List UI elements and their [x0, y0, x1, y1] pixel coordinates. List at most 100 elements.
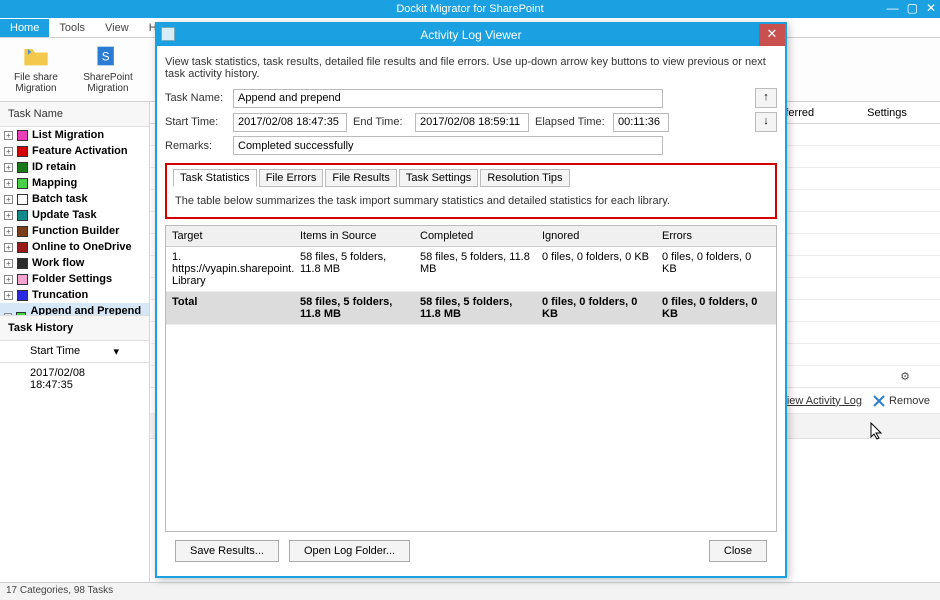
expand-icon[interactable]: +: [4, 243, 13, 252]
next-task-button[interactable]: ↓: [755, 112, 777, 132]
tab-file-results[interactable]: File Results: [325, 169, 396, 187]
tree-item-label: Folder Settings: [32, 273, 112, 285]
tree-item[interactable]: + Truncation: [0, 287, 149, 303]
tree-item-label: Work flow: [32, 257, 84, 269]
tab-task-settings[interactable]: Task Settings: [399, 169, 478, 187]
close-icon[interactable]: ✕: [926, 1, 936, 15]
tree-item[interactable]: + Online to OneDrive: [0, 239, 149, 255]
prev-task-button[interactable]: ↑: [755, 88, 777, 108]
tree-item[interactable]: + Mapping: [0, 175, 149, 191]
color-swatch-icon: [17, 146, 28, 157]
color-swatch-icon: [17, 194, 28, 205]
tab-home[interactable]: Home: [0, 19, 49, 37]
col-items-source[interactable]: Items in Source: [294, 226, 414, 246]
tree-item-label: Append and Prepend (...: [30, 305, 145, 315]
color-swatch-icon: [17, 242, 28, 253]
tab-resolution-tips[interactable]: Resolution Tips: [480, 169, 569, 187]
tree-item-label: Function Builder: [32, 225, 119, 237]
maximize-icon[interactable]: ▢: [907, 1, 918, 15]
tree-item[interactable]: -Append and Prepend (...: [0, 303, 149, 315]
color-swatch-icon: [17, 290, 28, 301]
col-completed[interactable]: Completed: [414, 226, 536, 246]
tab-view[interactable]: View: [95, 19, 139, 37]
dropdown-icon[interactable]: ▾: [113, 345, 119, 358]
elapsed-time-field[interactable]: [613, 113, 669, 132]
remarks-field[interactable]: [233, 136, 663, 155]
expand-icon[interactable]: +: [4, 275, 13, 284]
col-target[interactable]: Target: [166, 226, 294, 246]
expand-icon[interactable]: +: [4, 227, 13, 236]
tree-item-label: List Migration: [32, 129, 104, 141]
tab-file-errors[interactable]: File Errors: [259, 169, 324, 187]
tab-description: The table below summarizes the task impo…: [173, 187, 769, 207]
tab-task-statistics[interactable]: Task Statistics: [173, 169, 257, 187]
expand-icon[interactable]: +: [4, 259, 13, 268]
end-time-field[interactable]: [415, 113, 529, 132]
tree-item[interactable]: + Function Builder: [0, 223, 149, 239]
tree-item[interactable]: + Update Task: [0, 207, 149, 223]
tree-item[interactable]: + List Migration: [0, 127, 149, 143]
elapsed-time-label: Elapsed Time:: [535, 116, 607, 128]
table-row[interactable]: 1. https://vyapin.sharepoint.com/s Libra…: [166, 247, 776, 292]
highlighted-region: Task Statistics File Errors File Results…: [165, 163, 777, 219]
history-col-header[interactable]: Start Time ▾: [0, 341, 149, 363]
main-titlebar: Dockit Migrator for SharePoint ― ▢ ✕: [0, 0, 940, 18]
col-settings[interactable]: Settings: [842, 107, 932, 119]
stats-table: Target Items in Source Completed Ignored…: [165, 225, 777, 532]
fileshare-migration-button[interactable]: File share Migration: [6, 42, 66, 97]
task-name-field[interactable]: [233, 89, 663, 108]
dialog-titlebar[interactable]: Activity Log Viewer ✕: [157, 24, 785, 46]
expand-icon[interactable]: +: [4, 163, 13, 172]
save-results-button[interactable]: Save Results...: [175, 540, 279, 562]
dialog-tabs: Task Statistics File Errors File Results…: [173, 169, 769, 187]
activity-log-dialog: Activity Log Viewer ✕ View task statisti…: [155, 22, 787, 578]
color-swatch-icon: [17, 210, 28, 221]
remove-button[interactable]: Remove: [872, 394, 930, 408]
sharepoint-migration-button[interactable]: S SharePoint Migration: [78, 42, 138, 97]
history-row[interactable]: 2017/02/08 18:47:35: [0, 363, 149, 395]
tree-item-label: Mapping: [32, 177, 77, 189]
dialog-close-button[interactable]: ✕: [759, 24, 785, 46]
minimize-icon[interactable]: ―: [887, 1, 899, 15]
gear-icon[interactable]: ⚙: [900, 370, 910, 383]
folder-icon: [22, 42, 50, 70]
start-time-field[interactable]: [233, 113, 347, 132]
left-panel-header: Task Name: [0, 102, 149, 127]
dialog-hint: View task statistics, task results, deta…: [165, 52, 777, 88]
table-total-row: Total 58 files, 5 folders, 11.8 MB 58 fi…: [166, 292, 776, 325]
task-history-header: Task History: [0, 315, 149, 341]
color-swatch-icon: [17, 226, 28, 237]
close-button[interactable]: Close: [709, 540, 767, 562]
color-swatch-icon: [17, 274, 28, 285]
left-panel: Task Name + List Migration + Feature Activa…: [0, 102, 150, 582]
app-title: Dockit Migrator for SharePoint: [396, 3, 543, 15]
col-errors[interactable]: Errors: [656, 226, 774, 246]
task-tree[interactable]: + List Migration + Feature Activation +ID re…: [0, 127, 149, 315]
tree-item[interactable]: + Folder Settings: [0, 271, 149, 287]
color-swatch-icon: [17, 258, 28, 269]
expand-icon[interactable]: +: [4, 195, 13, 204]
open-log-folder-button[interactable]: Open Log Folder...: [289, 540, 410, 562]
tree-item-label: Online to OneDrive: [32, 241, 132, 253]
expand-icon[interactable]: +: [4, 147, 13, 156]
sharepoint-icon: S: [94, 42, 122, 70]
tree-item-label: Feature Activation: [32, 145, 128, 157]
color-swatch-icon: [17, 130, 28, 141]
task-name-label: Task Name:: [165, 92, 227, 104]
remarks-label: Remarks:: [165, 140, 227, 152]
tab-tools[interactable]: Tools: [49, 19, 95, 37]
tree-item-label: Truncation: [32, 289, 88, 301]
dialog-footer: Save Results... Open Log Folder... Close: [165, 532, 777, 572]
tree-item[interactable]: + Work flow: [0, 255, 149, 271]
tree-item-label: Update Task: [32, 209, 97, 221]
tree-item[interactable]: +ID retain: [0, 159, 149, 175]
tree-item[interactable]: +Batch task: [0, 191, 149, 207]
expand-icon[interactable]: +: [4, 131, 13, 140]
end-time-label: End Time:: [353, 116, 409, 128]
dialog-icon: [161, 27, 175, 41]
expand-icon[interactable]: +: [4, 179, 13, 188]
tree-item[interactable]: + Feature Activation: [0, 143, 149, 159]
col-ignored[interactable]: Ignored: [536, 226, 656, 246]
expand-icon[interactable]: +: [4, 291, 13, 300]
expand-icon[interactable]: +: [4, 211, 13, 220]
